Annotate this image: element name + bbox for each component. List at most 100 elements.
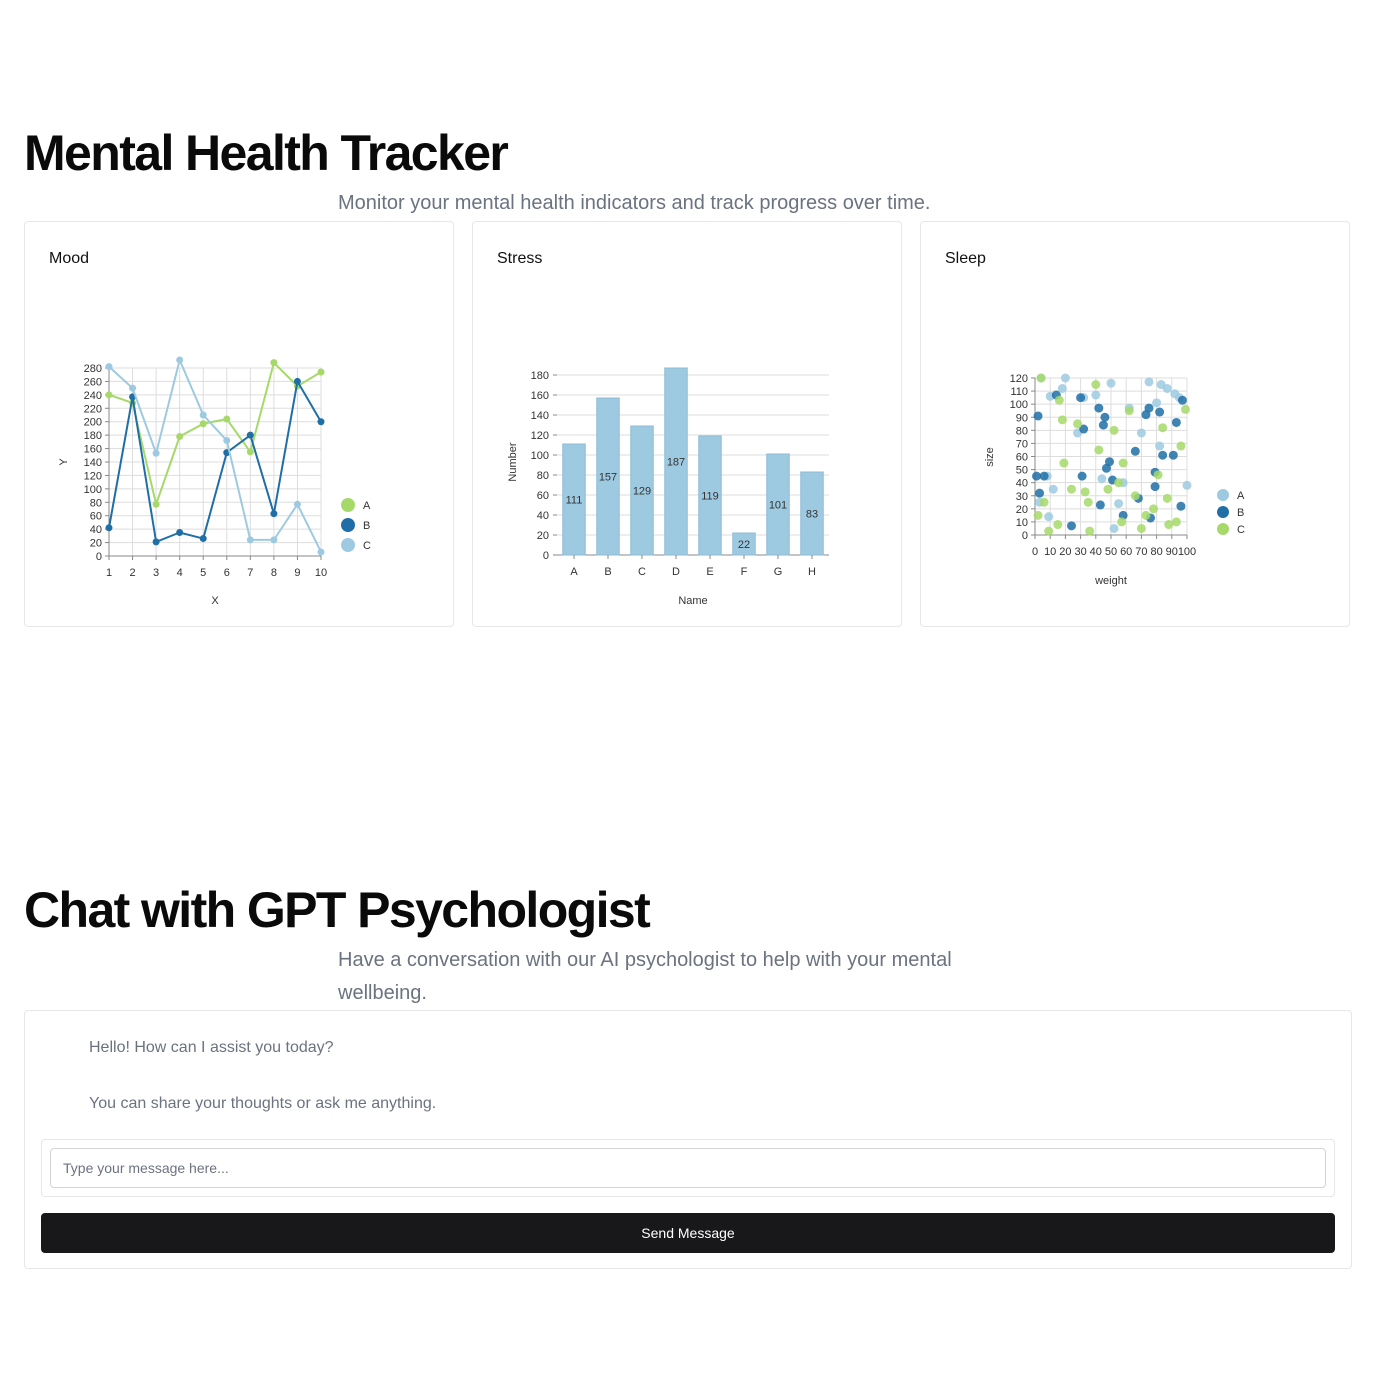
- scatter-point: [1118, 458, 1128, 468]
- scatter-point: [1059, 458, 1069, 468]
- scatter-point: [1053, 520, 1063, 530]
- scatter-point: [1098, 420, 1108, 430]
- y-tick-label: 20: [90, 538, 102, 550]
- legend-swatch: [1217, 506, 1229, 518]
- data-point: [293, 500, 301, 508]
- y-tick-label: 220: [84, 403, 102, 415]
- chat-message: You can share your thoughts or ask me an…: [89, 1095, 437, 1112]
- chat-subtitle: Have a conversation with our AI psycholo…: [338, 944, 952, 1010]
- scatter-point: [1106, 378, 1116, 388]
- y-tick-label: 40: [1016, 478, 1028, 490]
- x-tick-label: 60: [1120, 546, 1132, 558]
- x-tick-label: G: [774, 566, 783, 578]
- data-point: [246, 431, 254, 439]
- scatter-point: [1144, 377, 1154, 387]
- scatter-point: [1130, 446, 1140, 456]
- data-point: [246, 448, 254, 456]
- legend-label: C: [1237, 524, 1245, 536]
- scatter-point: [1066, 484, 1076, 494]
- chat-title: Chat with GPT Psychologist: [24, 882, 651, 938]
- scatter-point: [1036, 373, 1046, 383]
- message-input[interactable]: [50, 1148, 1326, 1188]
- scatter-point: [1153, 470, 1163, 480]
- x-tick-label: 0: [1032, 546, 1038, 558]
- data-point: [105, 363, 113, 371]
- page-subtitle: Monitor your mental health indicators an…: [338, 192, 931, 214]
- legend-label: B: [1237, 507, 1244, 519]
- x-tick-label: 50: [1105, 546, 1117, 558]
- data-point: [246, 536, 254, 544]
- scatter-point: [1077, 471, 1087, 481]
- bar-value-label: 22: [738, 539, 750, 551]
- data-point: [152, 500, 160, 508]
- x-tick-label: 100: [1178, 546, 1196, 558]
- y-tick-label: 120: [84, 470, 102, 482]
- y-tick-label: 160: [531, 390, 549, 402]
- scatter-point: [1149, 504, 1159, 514]
- y-tick-label: 100: [1010, 399, 1028, 411]
- scatter-point: [1080, 487, 1090, 497]
- y-tick-label: 90: [1016, 412, 1028, 424]
- data-point: [152, 449, 160, 457]
- scatter-point: [1152, 398, 1162, 408]
- data-point: [270, 510, 278, 518]
- mood-line-chart: 020 4060 80100 120140160 180200 220240 260280 1…: [58, 356, 371, 607]
- scatter-point: [1141, 510, 1151, 520]
- y-tick-label: 140: [84, 457, 102, 469]
- sleep-scatter-chart: 01020304050607080901001101200 10 20 30 40 50 6…: [984, 373, 1245, 587]
- y-tick-label: 260: [84, 376, 102, 388]
- y-tick-label: 50: [1016, 465, 1028, 477]
- scatter-point: [1083, 497, 1093, 507]
- scatter-point: [1033, 510, 1043, 520]
- legend-swatch: [341, 498, 355, 512]
- data-point: [176, 432, 184, 440]
- y-tick-label: 160: [84, 444, 102, 456]
- scatter-point: [1104, 457, 1114, 467]
- stress-bar-chart: 0 20 40 60 80 100 120 140 160 180 111 A 157 B 129 C 187 D…: [507, 367, 829, 607]
- chat-message: Hello! How can I assist you today?: [89, 1039, 334, 1056]
- scatter-point: [1162, 493, 1172, 503]
- legend-swatch: [341, 538, 355, 552]
- x-tick-label: 40: [1090, 546, 1102, 558]
- scatter-point: [1171, 517, 1181, 527]
- y-tick-label: 240: [84, 390, 102, 402]
- x-tick-label: 20: [1059, 546, 1071, 558]
- data-point: [199, 420, 207, 428]
- y-tick-label: 80: [1016, 425, 1028, 437]
- scatter-point: [1155, 441, 1165, 451]
- x-tick-label: B: [604, 566, 611, 578]
- scatter-point: [1168, 450, 1178, 460]
- legend-swatch: [1217, 489, 1229, 501]
- send-message-button[interactable]: Send Message: [41, 1213, 1335, 1253]
- x-tick-label: 10: [315, 567, 327, 579]
- y-tick-label: 70: [1016, 438, 1028, 450]
- scatter-point: [1158, 423, 1168, 433]
- y-tick-label: 140: [531, 410, 549, 422]
- x-tick-label: 6: [224, 567, 230, 579]
- y-tick-label: 40: [90, 524, 102, 536]
- scatter-point: [1097, 474, 1107, 484]
- scatter-point: [1155, 407, 1165, 417]
- x-tick-label: 7: [247, 567, 253, 579]
- scatter-point: [1032, 471, 1042, 481]
- scatter-point: [1091, 390, 1101, 400]
- y-tick-label: 0: [96, 551, 102, 563]
- scatter-point: [1039, 497, 1049, 507]
- scatter-point: [1054, 395, 1064, 405]
- x-axis-label: weight: [1094, 575, 1127, 587]
- scatter-point: [1060, 373, 1070, 383]
- scatter-point: [1057, 415, 1067, 425]
- chat-subtitle-line2: wellbeing.: [338, 982, 427, 1004]
- x-tick-label: 5: [200, 567, 206, 579]
- y-tick-label: 60: [90, 511, 102, 523]
- sleep-card: Sleep 0 10 20 30 40 50 60 70 80 90 100 110 120 0 10 20 3…: [920, 221, 1350, 627]
- y-tick-label: 30: [1016, 491, 1028, 503]
- chat-panel: Hello! How can I assist you today? You c…: [24, 1010, 1352, 1269]
- data-point: [270, 536, 278, 544]
- bar-value-label: 129: [633, 486, 651, 498]
- scatter-point: [1114, 499, 1124, 509]
- legend-swatch: [1217, 523, 1229, 535]
- y-axis-label: Y: [58, 458, 70, 466]
- scatter-point: [1044, 526, 1054, 536]
- data-point: [317, 368, 325, 376]
